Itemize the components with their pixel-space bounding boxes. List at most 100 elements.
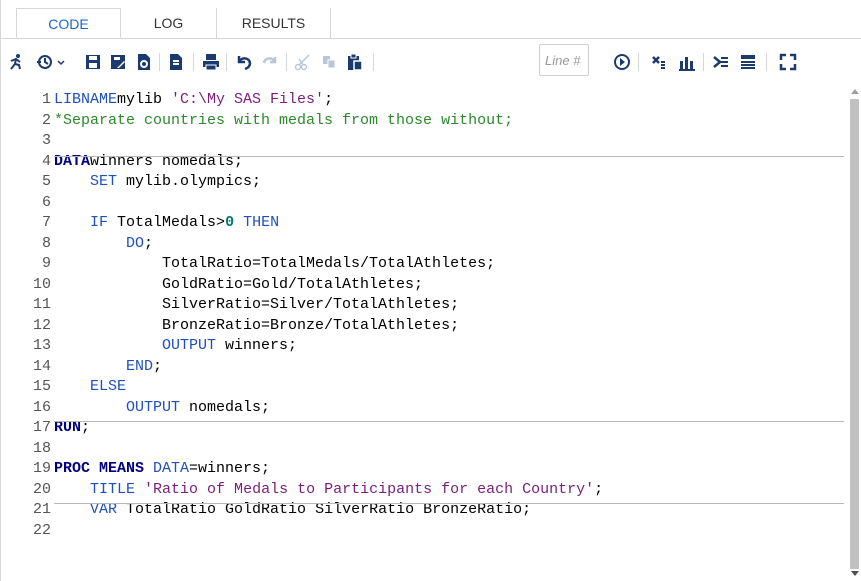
undo-icon[interactable] [234, 52, 254, 72]
code-token: PROC MEANS [54, 460, 145, 477]
line-number-gutter: 1 2 3 4 5 6 7 8 9 10 11 12 13 14 15 16 17 18 19 20 21 22 [1, 85, 51, 581]
toolbar-divider [766, 53, 767, 71]
line-number: 15 [32, 378, 51, 395]
code-token: DATA [153, 460, 190, 477]
toolbar-divider [286, 53, 287, 71]
cut-icon[interactable] [293, 52, 313, 72]
code-token: TITLE [90, 480, 136, 498]
tab-bar: CODE LOG RESULTS [1, 8, 861, 39]
code-line[interactable]: GoldRatio=Gold/TotalAthletes; [54, 275, 423, 295]
history-icon[interactable] [36, 52, 68, 72]
vertical-scrollbar[interactable] [847, 85, 861, 581]
tab-code-label: CODE [48, 16, 89, 32]
code-line[interactable]: TotalRatio=TotalMedals/TotalAthletes; [54, 254, 495, 274]
code-line[interactable]: OUTPUT nomedals; [54, 398, 270, 418]
code-token: ; [594, 480, 604, 498]
line-number: 18 [32, 439, 51, 457]
code-token: IF [90, 214, 109, 231]
run-icon[interactable] [6, 52, 26, 72]
code-token: OUTPUT [162, 337, 217, 354]
line-number: 1 [41, 91, 51, 108]
tab-log-label: LOG [153, 15, 184, 31]
code-token: ; [153, 357, 163, 375]
scroll-down-arrow-icon[interactable] [851, 571, 859, 576]
toolbar-divider [159, 53, 160, 71]
code-token: winners; [216, 337, 298, 354]
code-token: LIBNAME [54, 91, 118, 108]
code-token: =winners; [189, 460, 271, 477]
maximize-icon[interactable] [778, 52, 798, 72]
redo-icon[interactable] [260, 52, 280, 72]
code-line[interactable]: PROC MEANS DATA=winners; [54, 459, 270, 479]
code-line[interactable]: LIBNAMEmylib 'C:\My SAS Files'; [54, 90, 333, 110]
code-token: mylib [117, 91, 172, 108]
editor-toolbar [1, 39, 861, 85]
code-token: ELSE [90, 378, 127, 395]
code-token: OUTPUT [126, 398, 181, 416]
code-line[interactable]: SilverRatio=Silver/TotalAthletes; [54, 295, 459, 315]
code-line[interactable]: ELSE [54, 377, 126, 397]
code-token: BronzeRatio=Bronze/TotalAthletes; [54, 316, 460, 334]
code-token: nomedals; [180, 398, 271, 416]
code-line[interactable]: DO; [54, 234, 153, 254]
line-number-input[interactable] [539, 44, 589, 76]
code-line[interactable]: IF TotalMedals>0 THEN [54, 213, 279, 233]
tab-code[interactable]: CODE [16, 8, 121, 38]
line-number: 5 [41, 173, 51, 190]
line-number: 10 [32, 275, 51, 293]
line-number: 7 [41, 214, 51, 231]
clear-icon[interactable] [649, 52, 669, 72]
line-number: 3 [41, 132, 51, 149]
line-number: 22 [32, 521, 51, 539]
code-token: ; [324, 91, 334, 108]
submit-selection-icon[interactable] [166, 52, 186, 72]
toolbar-divider [226, 53, 227, 71]
code-token: SilverRatio=Silver/TotalAthletes; [54, 296, 460, 313]
toolbar-divider [373, 53, 374, 71]
step-divider [54, 421, 844, 422]
print-icon[interactable] [201, 52, 221, 72]
format-icon[interactable] [677, 52, 697, 72]
line-number: 14 [32, 357, 51, 375]
code-token: DO [126, 234, 145, 252]
code-token: SET [90, 173, 118, 190]
toolbar-divider [638, 53, 639, 71]
code-token: TotalMedals> [108, 214, 226, 231]
scrollbar-thumb[interactable] [850, 99, 859, 569]
code-snippet-icon[interactable] [711, 52, 731, 72]
code-editor[interactable]: 1 2 3 4 5 6 7 8 9 10 11 12 13 14 15 16 17 18 19 20 21 22 LIBN… [1, 85, 861, 581]
code-token: 'C:\My SAS Files' [171, 91, 325, 108]
line-number: 12 [32, 316, 51, 334]
go-icon[interactable] [612, 52, 632, 72]
scroll-up-arrow-icon[interactable] [851, 89, 859, 94]
split-icon[interactable] [738, 52, 758, 72]
save-as-icon[interactable] [108, 52, 128, 72]
code-line[interactable]: OUTPUT winners; [54, 336, 297, 356]
tab-results[interactable]: RESULTS [217, 8, 331, 38]
code-line[interactable]: BronzeRatio=Bronze/TotalAthletes; [54, 316, 459, 336]
open-file-icon[interactable] [134, 52, 154, 72]
code-token: THEN [243, 214, 280, 231]
line-number: 4 [41, 152, 51, 170]
code-line[interactable]: DATAwinners nomedals; [54, 152, 243, 172]
code-line[interactable]: SET mylib.olympics; [54, 172, 261, 192]
tab-log[interactable]: LOG [121, 8, 217, 38]
toolbar-divider [703, 53, 704, 71]
code-line[interactable]: TITLE 'Ratio of Medals to Participants f… [54, 480, 603, 500]
code-line[interactable]: END; [54, 357, 162, 377]
paste-icon[interactable] [345, 52, 365, 72]
code-token: mylib.olympics; [117, 173, 262, 190]
save-icon[interactable] [83, 52, 103, 72]
code-token: ; [144, 234, 154, 252]
copy-icon[interactable] [319, 52, 339, 72]
line-number: 6 [41, 193, 51, 211]
code-line[interactable]: *Separate countries with medals from tho… [54, 111, 513, 131]
